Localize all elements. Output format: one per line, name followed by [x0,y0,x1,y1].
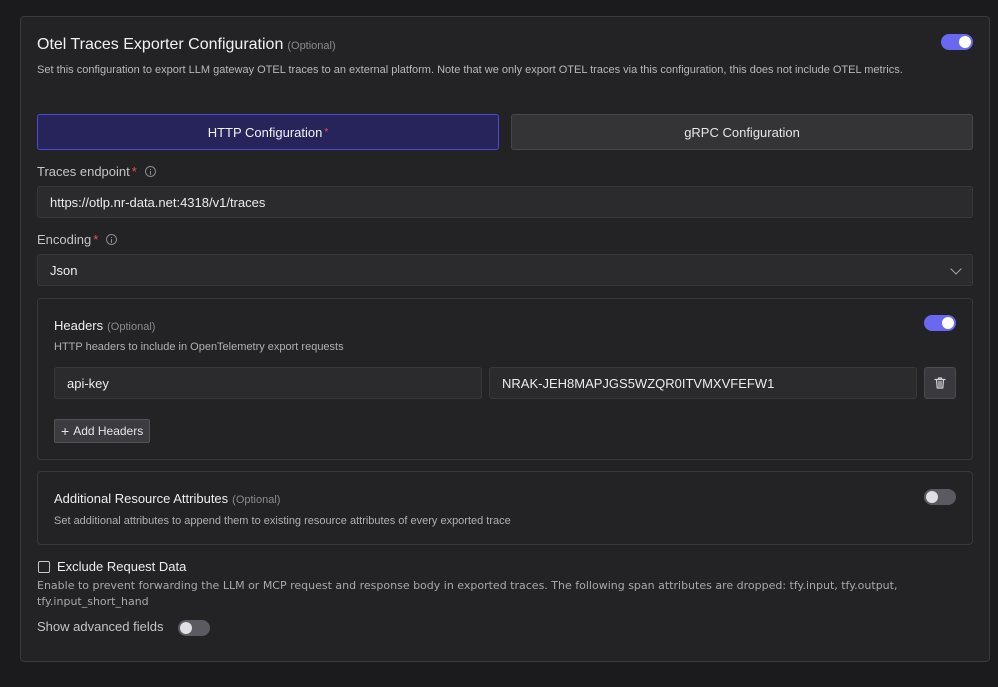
exclude-request-label: Exclude Request Data [57,559,187,574]
headers-toggle[interactable] [924,315,956,331]
exclude-request-description: Enable to prevent forwarding the LLM or … [37,579,898,608]
headers-description: HTTP headers to include in OpenTelemetry… [54,341,344,353]
required-mark: * [131,164,137,179]
toggle-knob [180,622,192,634]
add-headers-button[interactable]: + Add Headers [54,419,151,443]
tab-grpc-configuration[interactable]: gRPC Configuration [511,114,973,150]
header-key-input[interactable]: api-key [54,367,482,399]
traces-endpoint-input[interactable]: https://otlp.nr-data.net:4318/v1/traces [37,186,973,218]
chevron-down-icon [950,263,962,275]
headers-title-text: Headers [54,318,104,333]
info-icon[interactable] [144,166,156,177]
encoding-value: Json [50,262,78,278]
traces-endpoint-value: https://otlp.nr-data.net:4318/v1/traces [50,194,266,210]
exclude-request-checkbox[interactable] [38,561,50,573]
headers-optional-tag: (Optional) [107,321,156,333]
section-description: Set this configuration to export LLM gat… [37,64,903,76]
encoding-select[interactable]: Json [37,254,973,286]
toggle-knob [942,317,954,329]
delete-header-button[interactable] [924,367,956,399]
toggle-knob [926,491,938,503]
section-title-text: Otel Traces Exporter Configuration [37,36,284,53]
section-title: Otel Traces Exporter Configuration (Optio… [37,36,336,54]
required-mark: * [93,232,99,247]
resource-attributes-title: Additional Resource Attributes (Optional) [54,491,280,506]
otel-config-panel: Otel Traces Exporter Configuration (Optio… [20,16,990,662]
advanced-fields-label: Show advanced fields [37,619,164,634]
trash-icon [934,377,946,389]
encoding-label: Encoding * [37,232,118,247]
plus-icon: + [61,423,70,439]
add-headers-label: Add Headers [73,424,144,438]
header-key-value: api-key [67,375,109,391]
tab-http-configuration[interactable]: HTTP Configuration * [37,114,499,150]
resource-attributes-title-text: Additional Resource Attributes [54,491,229,506]
header-value-value: NRAK-JEH8MAPJGS5WZQR0ITVMXVFEFW1 [502,375,775,391]
headers-title: Headers (Optional) [54,318,155,333]
resource-attributes-optional-tag: (Optional) [232,494,281,506]
traces-endpoint-label-text: Traces endpoint [37,164,130,179]
otel-enable-toggle[interactable] [941,34,973,50]
toggle-knob [959,36,971,48]
headers-card: Headers (Optional) HTTP headers to includ… [37,298,973,460]
tab-http-label: HTTP Configuration [207,124,323,140]
traces-endpoint-label: Traces endpoint * [37,164,156,179]
required-mark: * [324,126,329,138]
tab-grpc-label: gRPC Configuration [684,124,800,140]
resource-attributes-card: Additional Resource Attributes (Optional)… [37,471,973,545]
info-icon[interactable] [106,234,118,245]
section-optional-tag: (Optional) [287,40,336,52]
header-value-input[interactable]: NRAK-JEH8MAPJGS5WZQR0ITVMXVFEFW1 [489,367,917,399]
resource-attributes-toggle[interactable] [924,489,956,505]
encoding-label-text: Encoding [37,232,92,247]
resource-attributes-description: Set additional attributes to append them… [54,515,511,527]
advanced-fields-toggle[interactable] [178,620,210,636]
